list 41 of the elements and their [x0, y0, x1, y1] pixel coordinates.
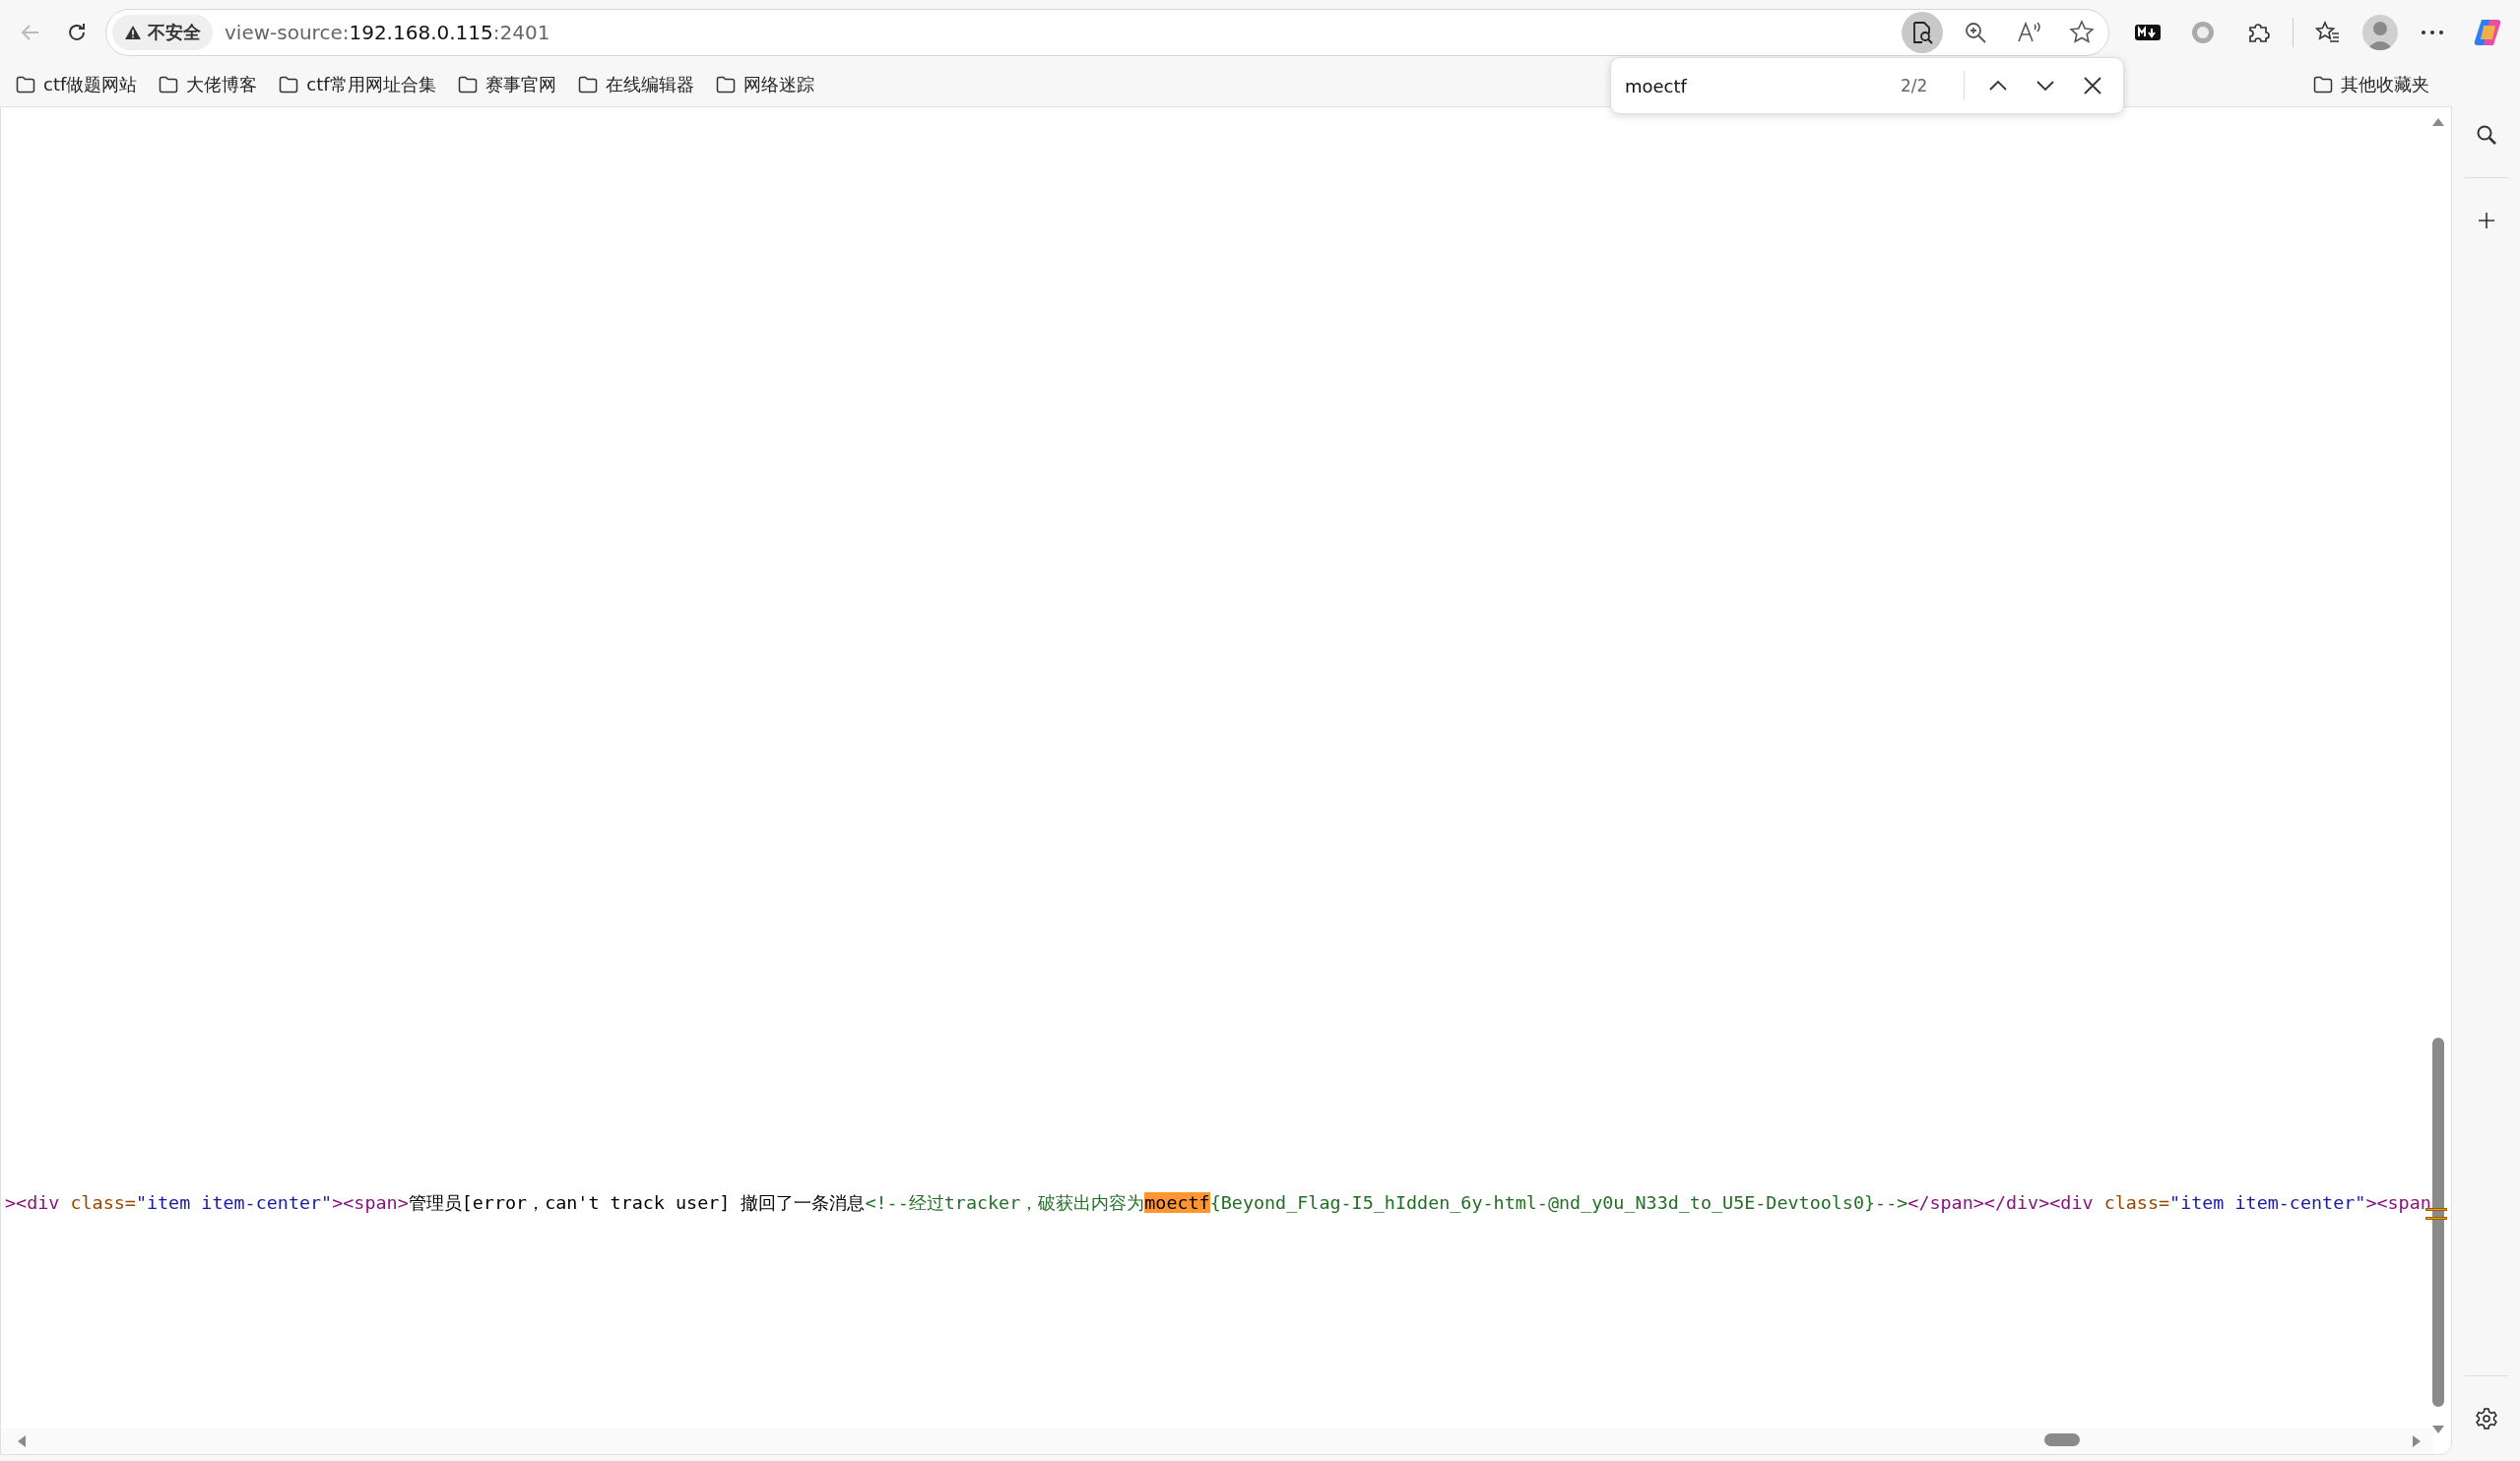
zoom-in-icon [1963, 20, 1988, 45]
folder-icon [2313, 76, 2333, 94]
folder-icon [16, 76, 35, 94]
chevron-up-icon [1988, 80, 2008, 92]
url-text[interactable]: view-source:192.168.0.115:2401 [225, 21, 1890, 44]
bookmark-folder[interactable]: 赛事官网 [457, 71, 556, 98]
folder-icon [457, 76, 478, 94]
folder-icon [715, 76, 736, 94]
bookmark-folder[interactable]: 在线编辑器 [577, 71, 694, 98]
bookmark-folder[interactable]: 其他收藏夹 [2313, 71, 2429, 98]
profile-avatar[interactable] [2362, 15, 2398, 50]
scrollbar-thumb[interactable] [2044, 1433, 2080, 1446]
close-icon [2083, 76, 2102, 95]
copilot-logo [2472, 17, 2503, 48]
security-badge[interactable]: 不安全 [112, 15, 213, 50]
address-bar[interactable]: 不安全 view-source:192.168.0.115:2401 [105, 9, 2109, 56]
find-on-page-button[interactable] [1902, 12, 1943, 53]
bookmark-folder[interactable]: 网络迷踪 [715, 71, 814, 98]
more-icon [2421, 29, 2444, 36]
star-icon [2069, 20, 2095, 45]
circle-icon [2190, 20, 2216, 45]
scroll-right-icon[interactable] [2412, 1434, 2422, 1448]
plus-icon [2476, 211, 2496, 230]
warning-icon [124, 25, 142, 40]
scroll-left-icon[interactable] [17, 1434, 27, 1448]
scroll-down-icon[interactable] [2431, 1425, 2445, 1434]
markdown-icon [2134, 23, 2162, 42]
folder-icon [279, 76, 299, 94]
bookmark-folder[interactable]: ctf做题网站 [16, 71, 138, 98]
folder-icon [159, 76, 179, 94]
folder-icon [577, 76, 598, 94]
bookmark-folder[interactable]: ctf常用网址合集 [279, 71, 436, 98]
source-code-line: ><div class="item item-center"><span>管理员[error，can't track user] 撤回了一条消息<!--经过tracker，破获出内容为moectf{Beyond_Flag-I5_hIdden_6y-html-@nd_y0u_N33d_to_U5E-Devtools0}--></span></div><div class="item item-center"><span [5, 1191, 2431, 1215]
match-marker [2425, 1217, 2447, 1220]
settings-icon [2474, 1407, 2498, 1430]
scrollbar-thumb[interactable] [2432, 1038, 2444, 1407]
match-count: 2/2 [1901, 76, 1929, 95]
favorites-list-icon [2315, 20, 2341, 45]
scroll-up-icon[interactable] [2431, 117, 2445, 127]
chevron-down-icon [2035, 80, 2055, 92]
bookmark-folder[interactable]: 大佬博客 [159, 71, 258, 98]
